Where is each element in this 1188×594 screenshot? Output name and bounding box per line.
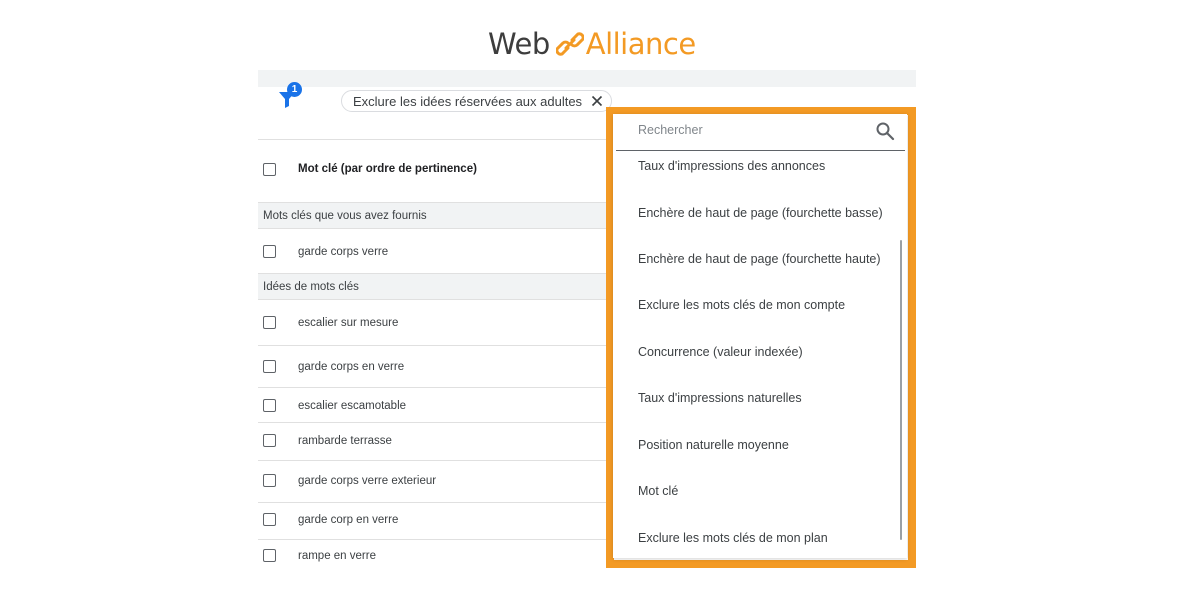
toolbar-strip — [258, 70, 916, 87]
row-checkbox[interactable] — [263, 360, 276, 373]
dropdown-option[interactable]: Taux d'impressions des annonces — [638, 159, 825, 173]
web-alliance-logo: Web Alliance — [488, 24, 696, 64]
section-keyword-ideas: Idées de mots clés — [258, 273, 608, 300]
row-checkbox[interactable] — [263, 549, 276, 562]
dropdown-option[interactable]: Position naturelle moyenne — [638, 438, 789, 452]
table-row: escalier sur mesure — [298, 317, 399, 329]
row-checkbox[interactable] — [263, 245, 276, 258]
section-provided-keywords: Mots clés que vous avez fournis — [258, 202, 608, 229]
chip-label: Exclure les idées réservées aux adultes — [353, 93, 583, 109]
divider — [258, 502, 608, 503]
row-checkbox[interactable] — [263, 474, 276, 487]
table-row: garde corps verre — [298, 246, 389, 258]
adult-filter-chip[interactable]: Exclure les idées réservées aux adultes — [341, 90, 613, 112]
divider — [258, 139, 608, 140]
section-label: Mots clés que vous avez fournis — [263, 210, 427, 222]
search-icon[interactable] — [875, 121, 895, 141]
search-placeholder: Rechercher — [638, 123, 703, 137]
logo-text-web: Web — [488, 27, 550, 61]
divider — [258, 422, 608, 423]
chain-link-icon — [555, 32, 584, 56]
divider — [258, 345, 608, 346]
row-checkbox[interactable] — [263, 434, 276, 447]
dropdown-option[interactable]: Concurrence (valeur indexée) — [638, 345, 803, 359]
logo-text-alliance: Alliance — [585, 27, 696, 61]
table-row: rampe en verre — [298, 550, 376, 562]
dropdown-scrollbar[interactable] — [900, 240, 902, 540]
row-checkbox[interactable] — [263, 513, 276, 526]
table-row: garde corp en verre — [298, 514, 399, 526]
dropdown-option[interactable]: Enchère de haut de page (fourchette haut… — [638, 252, 881, 266]
dropdown-option[interactable]: Exclure les mots clés de mon plan — [638, 531, 828, 545]
close-icon[interactable] — [591, 95, 603, 107]
column-search-input[interactable]: Rechercher — [616, 116, 905, 151]
divider — [258, 460, 608, 461]
row-checkbox[interactable] — [263, 399, 276, 412]
keyword-column-header[interactable]: Mot clé (par ordre de pertinence) — [298, 163, 477, 175]
table-row: garde corps en verre — [298, 361, 405, 373]
divider — [258, 539, 608, 540]
section-label: Idées de mots clés — [263, 281, 359, 293]
row-checkbox[interactable] — [263, 316, 276, 329]
dropdown-option[interactable]: Exclure les mots clés de mon compte — [638, 298, 845, 312]
table-row: rambarde terrasse — [298, 435, 392, 447]
filter-count-badge: 1 — [287, 82, 302, 97]
table-row: garde corps verre exterieur — [298, 475, 437, 487]
dropdown-option[interactable]: Taux d'impressions naturelles — [638, 391, 802, 405]
select-all-checkbox[interactable] — [263, 163, 276, 176]
divider — [258, 387, 608, 388]
dropdown-option[interactable]: Mot clé — [638, 484, 678, 498]
dropdown-option[interactable]: Enchère de haut de page (fourchette bass… — [638, 206, 883, 220]
table-row: escalier escamotable — [298, 400, 407, 412]
